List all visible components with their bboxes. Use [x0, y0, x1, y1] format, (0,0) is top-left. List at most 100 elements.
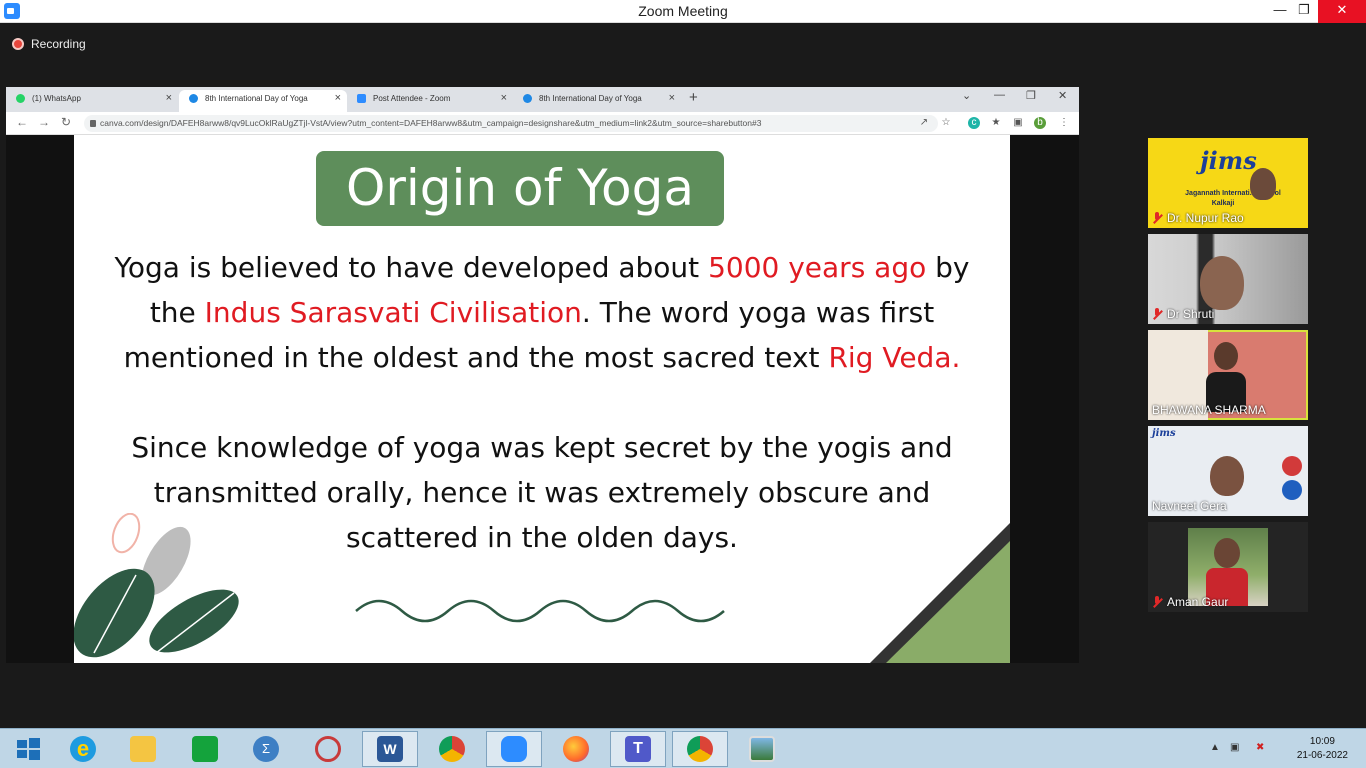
participant-video-face: [1210, 456, 1244, 496]
recording-label: Recording: [31, 37, 86, 51]
shared-browser-window: (1) WhatsApp × 8th International Day of …: [6, 87, 1079, 663]
address-bar: ← → ↻ canva.com/design/DAFEH8arww8/qv9Lu…: [6, 112, 1079, 135]
taskbar-firefox[interactable]: [548, 731, 604, 767]
record-icon: [12, 38, 24, 50]
url-input[interactable]: canva.com/design/DAFEH8arww8/qv9LucOklRa…: [84, 115, 938, 132]
side-panel-icon[interactable]: ▣: [1012, 117, 1024, 129]
chrome-icon: [687, 736, 713, 762]
extensions-icon[interactable]: ★: [990, 117, 1002, 129]
teams-icon: T: [625, 736, 651, 762]
close-button[interactable]: ✕: [1318, 0, 1366, 23]
tab-label: 8th International Day of Yoga: [539, 94, 642, 103]
word-icon: W: [377, 736, 403, 762]
tab-yoga-active[interactable]: 8th International Day of Yoga ×: [179, 90, 347, 112]
participant-photo-face: [1214, 538, 1240, 568]
tab-search-icon[interactable]: ⌄: [962, 89, 971, 102]
forward-icon[interactable]: →: [38, 115, 50, 129]
tab-label: Post Attendee - Zoom: [373, 94, 451, 103]
start-button[interactable]: [0, 731, 56, 767]
firefox-icon: [563, 736, 589, 762]
participant-tile-shruti[interactable]: Dr Shruti: [1148, 234, 1308, 324]
math-icon: Σ: [253, 736, 279, 762]
participant-name: Aman Gaur: [1152, 595, 1228, 609]
restore-button[interactable]: ❐: [1290, 0, 1318, 23]
name-text: Aman Gaur: [1167, 595, 1229, 609]
windows-logo-icon: [17, 738, 40, 760]
participant-video-face: [1214, 342, 1238, 370]
mic-muted-icon: [1152, 308, 1162, 320]
store-icon: [192, 736, 218, 762]
folder-icon: [130, 736, 156, 762]
tab-label: 8th International Day of Yoga: [205, 94, 308, 103]
tab-whatsapp[interactable]: (1) WhatsApp ×: [6, 90, 178, 112]
participant-name: Dr Shruti: [1152, 307, 1214, 321]
participant-name: BHAWANA SHARMA: [1152, 403, 1266, 417]
highlight-text: Indus Sarasvati Civilisation: [204, 296, 582, 329]
close-tab-icon[interactable]: ×: [335, 90, 341, 107]
badge-icon: [1282, 456, 1302, 476]
participant-tile-bhawana[interactable]: BHAWANA SHARMA: [1148, 330, 1308, 420]
tab-strip: (1) WhatsApp × 8th International Day of …: [6, 87, 1079, 112]
taskbar-chrome[interactable]: [424, 731, 480, 767]
tab-post-attendee[interactable]: Post Attendee - Zoom ×: [347, 90, 513, 112]
participant-video-face: [1250, 168, 1276, 200]
internet-explorer-icon: e: [70, 736, 96, 762]
taskbar-file-explorer[interactable]: [115, 731, 171, 767]
name-text: Dr. Nupur Rao: [1167, 211, 1244, 225]
profile-avatar[interactable]: b: [1034, 117, 1046, 129]
logo-caption: Jagannath Internati... School: [1185, 190, 1281, 197]
scissors-icon: [315, 736, 341, 762]
menu-icon[interactable]: ⋮: [1058, 117, 1070, 129]
recording-indicator[interactable]: Recording: [12, 37, 86, 51]
url-text: canva.com/design/DAFEH8arww8/qv9LucOklRa…: [100, 118, 762, 128]
taskbar-zoom[interactable]: [486, 731, 542, 767]
close-tab-icon[interactable]: ×: [166, 90, 172, 107]
new-tab-button[interactable]: +: [689, 89, 698, 106]
canva-icon: [189, 94, 198, 103]
iso-badge-icon: [1282, 480, 1302, 500]
browser-restore-icon[interactable]: ❐: [1026, 89, 1036, 102]
participant-name: Dr. Nupur Rao: [1152, 211, 1244, 225]
volume-muted-icon[interactable]: ✖: [1256, 742, 1264, 753]
back-icon[interactable]: ←: [16, 115, 28, 129]
close-tab-icon[interactable]: ×: [501, 90, 507, 107]
lock-icon: [90, 120, 96, 127]
tray-overflow-icon[interactable]: ▲: [1210, 742, 1220, 753]
canva-icon: [523, 94, 532, 103]
taskbar-chrome-profile[interactable]: [672, 731, 728, 767]
name-text: Dr Shruti: [1167, 307, 1215, 321]
network-icon[interactable]: ▣: [1230, 742, 1239, 753]
grammarly-icon[interactable]: c: [968, 117, 980, 129]
whatsapp-icon: [16, 94, 25, 103]
name-text: BHAWANA SHARMA: [1152, 403, 1266, 417]
highlight-text: 5000 years ago: [708, 251, 927, 284]
participant-name: Navneet Gera: [1152, 499, 1227, 513]
highlight-text: Rig Veda.: [828, 341, 961, 374]
taskbar-internet-explorer[interactable]: e: [55, 731, 111, 767]
participant-video-face: [1200, 256, 1244, 310]
taskbar-teams[interactable]: T: [610, 731, 666, 767]
taskbar-calculator[interactable]: Σ: [238, 731, 294, 767]
bookmark-star-icon[interactable]: ☆: [940, 117, 952, 129]
participant-tile-aman[interactable]: Aman Gaur: [1148, 522, 1308, 612]
participant-tile-navneet[interactable]: jims Navneet Gera: [1148, 426, 1308, 516]
participant-tile-nupur[interactable]: jims Jagannath Internati... School Kalka…: [1148, 138, 1308, 228]
system-clock[interactable]: 10:09 21-06-2022: [1297, 735, 1348, 763]
close-tab-icon[interactable]: ×: [669, 90, 675, 107]
tab-label: (1) WhatsApp: [32, 94, 81, 103]
logo-caption-2: Kalkaji: [1211, 200, 1235, 207]
corner-decoration: [870, 523, 1010, 663]
taskbar-word[interactable]: W: [362, 731, 418, 767]
taskbar-photos[interactable]: [734, 731, 790, 767]
slide-paragraph-1: Yoga is believed to have developed about…: [74, 245, 1010, 380]
taskbar-store[interactable]: [177, 731, 233, 767]
tab-yoga-2[interactable]: 8th International Day of Yoga ×: [513, 90, 681, 112]
browser-minimize-icon[interactable]: —: [994, 89, 1005, 101]
taskbar-snipping-tool[interactable]: [300, 731, 356, 767]
taskbar: e Σ W T ▲ ▣ ✖ 10:09 21-06-2022: [0, 728, 1366, 768]
browser-close-icon[interactable]: ✕: [1058, 89, 1067, 102]
jims-logo: jims: [1152, 428, 1176, 439]
reload-icon[interactable]: ↻: [61, 115, 71, 129]
share-icon[interactable]: ↗: [918, 117, 930, 129]
clock-time: 10:09: [1309, 736, 1335, 747]
